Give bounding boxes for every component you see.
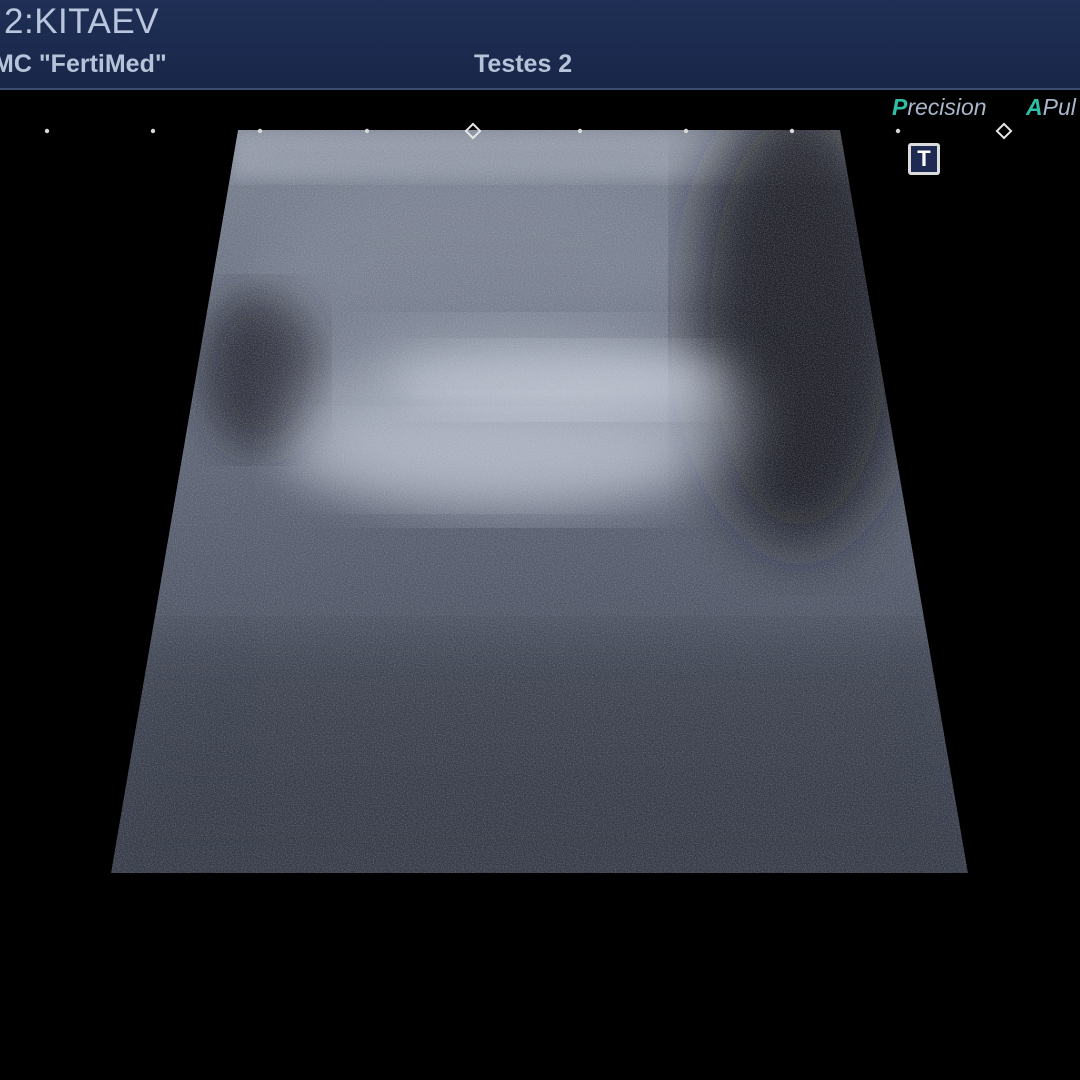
depth-dot	[364, 128, 370, 134]
depth-dot	[257, 128, 263, 134]
depth-dot	[895, 128, 901, 134]
depth-dot	[44, 128, 50, 134]
depth-dot	[789, 128, 795, 134]
depth-dot	[683, 128, 689, 134]
text-box-icon: T	[908, 143, 940, 175]
type-indicator-label: T	[911, 146, 937, 172]
depth-dot	[150, 128, 156, 134]
diamond-focus-icon	[995, 122, 1013, 140]
depth-dot	[577, 128, 583, 134]
